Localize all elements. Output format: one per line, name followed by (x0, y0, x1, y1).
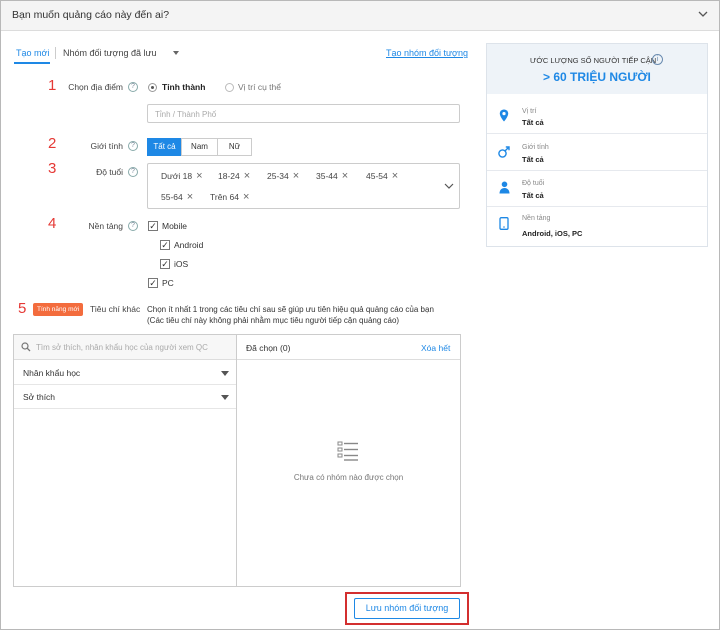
radio-province[interactable] (148, 83, 157, 92)
location-label: Chọn địa điểm (68, 82, 123, 92)
gender-option-male[interactable]: Nam (181, 138, 218, 156)
other-criteria-label: Tiêu chí khác (90, 304, 141, 314)
remove-chip-icon[interactable]: × (392, 170, 398, 182)
estimate-row-value: Android, iOS, PC (522, 229, 583, 238)
radio-specific-location[interactable] (225, 83, 234, 92)
selected-count: Đã chọn (0) (246, 343, 291, 353)
age-chip[interactable]: Dưới 18 × (161, 170, 203, 182)
gender-icon (498, 146, 510, 158)
remove-chip-icon[interactable]: × (342, 170, 348, 182)
help-icon[interactable]: ? (128, 141, 138, 151)
tab-new[interactable]: Tạo mới (16, 48, 49, 58)
other-criteria-description-1: Chọn ít nhất 1 trong các tiêu chí sau sẽ… (147, 305, 434, 314)
estimate-row-value: Tất cả (522, 118, 544, 127)
age-chip[interactable]: 18-24 × (218, 170, 250, 182)
tab-divider (55, 47, 56, 59)
chevron-down-icon[interactable] (444, 182, 454, 190)
radio-specific-label: Vị trí cụ thể (238, 82, 281, 92)
checkbox-mobile-label: Mobile (162, 221, 188, 231)
checkbox-android[interactable]: ✓ (160, 240, 170, 250)
info-icon[interactable]: i (652, 54, 663, 65)
category-label: Sở thích (23, 392, 56, 402)
remove-chip-icon[interactable]: × (196, 170, 202, 182)
row-divider (487, 170, 707, 171)
step-number-5: 5 (18, 300, 27, 317)
row-divider (487, 133, 707, 134)
other-criteria-description-2: (Các tiêu chí này không phải nhằm mục ti… (147, 316, 400, 325)
list-empty-icon (337, 441, 358, 461)
remove-chip-icon[interactable]: × (293, 170, 299, 182)
caret-down-icon[interactable] (173, 51, 179, 55)
tab-saved-audiences[interactable]: Nhóm đối tượng đã lưu (63, 48, 157, 58)
remove-chip-icon[interactable]: × (244, 170, 250, 182)
estimate-row-title: Vị trí (522, 108, 537, 115)
age-label: Độ tuổi (96, 167, 123, 177)
age-chip[interactable]: 35-44 × (316, 170, 348, 182)
chevron-down-icon[interactable] (697, 8, 709, 20)
help-icon[interactable]: ? (128, 221, 138, 231)
reach-estimate-value: > 60 TRIỆU NGƯỜI (543, 70, 651, 84)
help-icon[interactable]: ? (128, 167, 138, 177)
remove-chip-icon[interactable]: × (243, 191, 249, 203)
estimate-row-title: Nền tảng (522, 215, 551, 222)
checkbox-mobile[interactable]: ✓ (148, 221, 158, 231)
radio-province-label: Tỉnh thành (162, 82, 206, 92)
interest-search-placeholder: Tìm sở thích, nhân khẩu học của người xe… (36, 343, 208, 352)
category-label: Nhân khẩu học (23, 368, 81, 378)
empty-selection-text: Chưa có nhóm nào được chọn (293, 473, 404, 482)
reach-estimate-header (487, 44, 707, 94)
age-chip[interactable]: 55-64 × (161, 191, 193, 203)
gender-option-all[interactable]: Tất cả (147, 138, 182, 156)
person-icon (499, 181, 510, 194)
caret-down-icon[interactable] (221, 371, 229, 376)
checkbox-pc[interactable]: ✓ (148, 278, 158, 288)
checkbox-ios-label: iOS (174, 259, 189, 269)
gender-option-female[interactable]: Nữ (217, 138, 252, 156)
estimate-row-value: Tất cả (522, 191, 544, 200)
age-chip[interactable]: Trên 64 × (210, 191, 249, 203)
new-feature-badge: Tính năng mới (33, 303, 84, 316)
row-divider (487, 206, 707, 207)
checkbox-pc-label: PC (162, 278, 174, 288)
estimate-row-value: Tất cả (522, 155, 544, 164)
tablet-icon (499, 217, 509, 230)
help-icon[interactable]: ? (128, 82, 138, 92)
platform-label: Nền tảng (88, 221, 124, 231)
create-audience-link[interactable]: Tạo nhóm đối tượng (386, 48, 468, 58)
remove-chip-icon[interactable]: × (187, 191, 193, 203)
estimate-row-title: Độ tuổi (522, 180, 545, 187)
panel-divider (236, 335, 237, 586)
save-audience-button[interactable]: Lưu nhóm đối tượng (354, 598, 460, 619)
section-title: Bạn muốn quảng cáo này đến ai? (12, 9, 170, 21)
estimate-row-title: Giới tính (522, 144, 549, 151)
checkbox-ios[interactable]: ✓ (160, 259, 170, 269)
province-input-placeholder: Tỉnh / Thành Phố (155, 110, 217, 119)
location-pin-icon (499, 109, 509, 122)
search-icon (21, 342, 31, 352)
checkbox-android-label: Android (174, 240, 204, 250)
active-tab-indicator (14, 62, 50, 64)
caret-down-icon[interactable] (221, 395, 229, 400)
clear-all-button[interactable]: Xóa hết (421, 343, 450, 353)
reach-estimate-title: ƯỚC LƯỢNG SỐ NGƯỜI TIẾP CẬN (530, 56, 657, 65)
gender-label: Giới tính (90, 141, 123, 151)
age-chip[interactable]: 45-54 × (366, 170, 398, 182)
province-input[interactable]: Tỉnh / Thành Phố (147, 104, 460, 123)
age-chip[interactable]: 25-34 × (267, 170, 299, 182)
